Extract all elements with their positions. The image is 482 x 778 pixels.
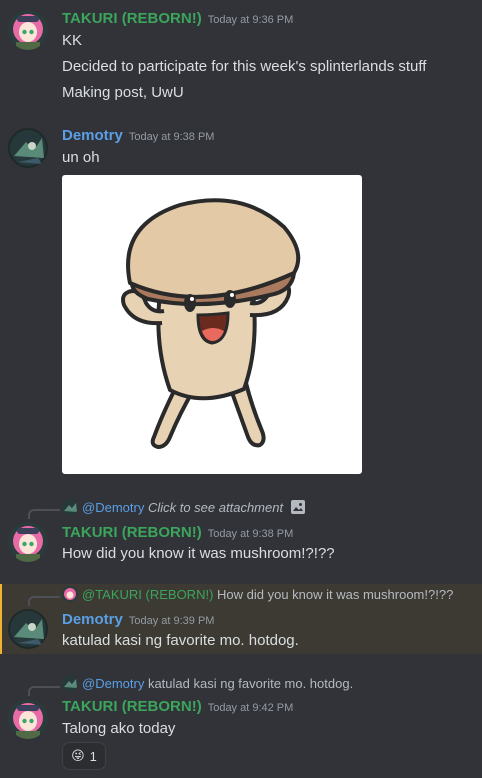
avatar-demotry[interactable]: [8, 128, 48, 168]
avatar-takuri[interactable]: [8, 522, 48, 562]
message-header-2: Demotry Today at 9:38 PM: [62, 126, 214, 146]
message-line: un oh: [62, 149, 100, 166]
reply-spine: [28, 596, 60, 606]
author-name[interactable]: Demotry: [62, 611, 123, 628]
reply-author[interactable]: @Demotry: [82, 676, 144, 691]
author-name[interactable]: TAKURI (REBORN!): [62, 698, 202, 715]
message-header-3: TAKURI (REBORN!) Today at 9:38 PM: [62, 523, 293, 543]
avatar-takuri[interactable]: [8, 699, 48, 739]
author-name[interactable]: TAKURI (REBORN!): [62, 524, 202, 541]
message-line: katulad kasi ng favorite mo. hotdog.: [62, 632, 299, 649]
reaction-count: 1: [89, 748, 97, 764]
message-line: Decided to participate for this week's s…: [62, 58, 427, 75]
reply-text: katulad kasi ng favorite mo. hotdog.: [147, 676, 354, 691]
avatar-takuri[interactable]: [8, 10, 48, 50]
reply-preview[interactable]: @TAKURI (REBORN!) How did you know it wa…: [62, 586, 453, 604]
message-header-4: Demotry Today at 9:39 PM: [62, 610, 214, 630]
image-icon: [290, 500, 305, 514]
winking-tongue-emoji-icon: 😜: [71, 748, 85, 763]
author-name[interactable]: Demotry: [62, 127, 123, 144]
reaction-button[interactable]: 😜 1: [62, 742, 106, 770]
reply-spine: [28, 686, 60, 696]
message-line: KK: [62, 32, 83, 49]
avatar-demotry[interactable]: [8, 609, 48, 649]
mention-bar: [0, 584, 2, 654]
reply-author[interactable]: @Demotry: [82, 500, 144, 515]
timestamp: Today at 9:39 PM: [128, 615, 215, 627]
timestamp: Today at 9:38 PM: [207, 528, 294, 540]
reply-author[interactable]: @TAKURI (REBORN!): [82, 587, 213, 602]
mini-avatar: [62, 499, 78, 515]
timestamp: Today at 9:42 PM: [207, 702, 294, 714]
message-header-1: TAKURI (REBORN!) Today at 9:36 PM: [62, 9, 293, 29]
reply-text: Click to see attachment: [147, 500, 284, 515]
mushroom-attachment-image[interactable]: [62, 175, 362, 474]
reply-preview[interactable]: @Demotry katulad kasi ng favorite mo. ho…: [62, 675, 353, 693]
mini-avatar: [62, 586, 78, 602]
reply-preview[interactable]: @Demotry Click to see attachment: [62, 499, 305, 517]
mini-avatar: [62, 675, 78, 691]
message-line: How did you know it was mushroom!?!??: [62, 545, 335, 562]
reply-spine: [28, 509, 60, 519]
message-line: Making post, UwU: [62, 84, 184, 101]
timestamp: Today at 9:38 PM: [128, 131, 215, 143]
author-name[interactable]: TAKURI (REBORN!): [62, 10, 202, 27]
reply-text: How did you know it was mushroom!?!??: [217, 587, 454, 602]
message-header-5: TAKURI (REBORN!) Today at 9:42 PM: [62, 697, 293, 717]
message-line: Talong ako today: [62, 720, 176, 737]
timestamp: Today at 9:36 PM: [207, 14, 294, 26]
